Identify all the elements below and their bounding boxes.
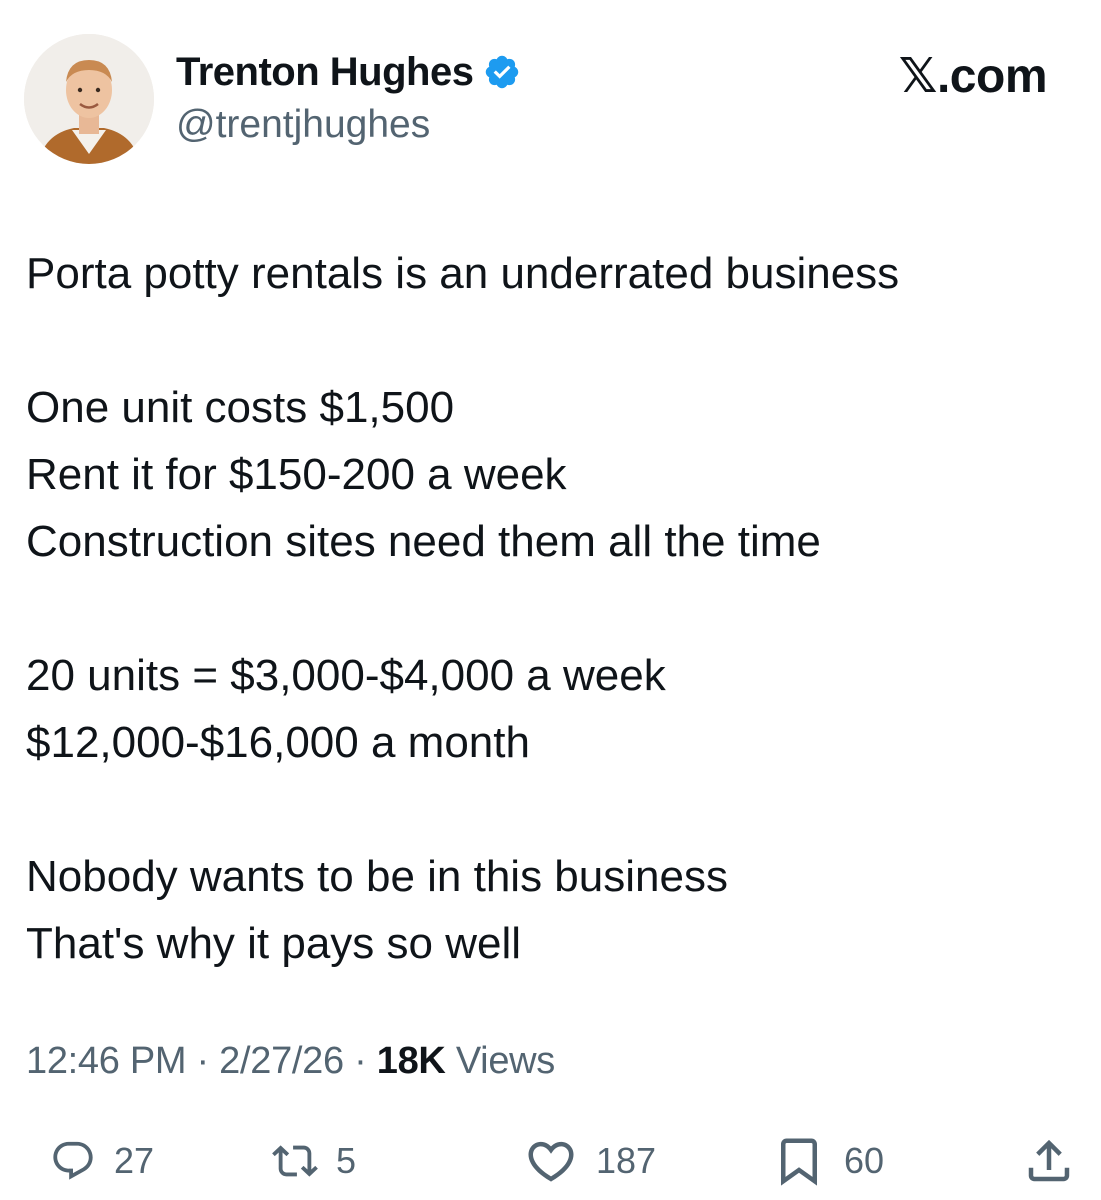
views-count: 18K xyxy=(376,1040,446,1082)
tweet-line: One unit costs $1,500 xyxy=(26,383,455,432)
like-count: 187 xyxy=(596,1140,657,1181)
profile-photo xyxy=(24,34,154,164)
reply-count: 27 xyxy=(114,1140,155,1181)
reply-icon xyxy=(53,1141,93,1180)
tweet-line: Construction sites need them all the tim… xyxy=(26,517,821,566)
repost-icon xyxy=(272,1145,318,1177)
tweet-meta: 12:46 PM · 2/27/26 · 18K Views xyxy=(26,1040,555,1083)
reply-button[interactable]: 27 xyxy=(50,1134,154,1188)
tweet-text: Porta potty rentals is an underrated bus… xyxy=(26,240,1076,977)
tweet-line: Nobody wants to be in this business xyxy=(26,852,728,901)
avatar[interactable] xyxy=(24,34,154,164)
share-icon xyxy=(1028,1139,1070,1182)
tweet-date[interactable]: 2/27/26 xyxy=(219,1040,344,1082)
like-button[interactable]: 187 xyxy=(524,1134,656,1188)
tweet-time[interactable]: 12:46 PM xyxy=(26,1040,187,1082)
heart-icon xyxy=(528,1141,574,1182)
bookmark-button[interactable]: 60 xyxy=(772,1134,884,1188)
repost-button[interactable]: 5 xyxy=(272,1134,356,1188)
tweet-line: Porta potty rentals is an underrated bus… xyxy=(26,249,900,298)
tweet-paragraph: 20 units = $3,000-$4,000 a week $12,000-$… xyxy=(26,642,1076,776)
meta-separator: · xyxy=(354,1040,367,1082)
tweet-paragraph: One unit costs $1,500 Rent it for $150-20… xyxy=(26,374,1076,575)
site-label: 𝕏.com xyxy=(898,50,1048,103)
meta-separator: · xyxy=(196,1040,210,1082)
repost-count: 5 xyxy=(336,1140,357,1181)
bookmark-count: 60 xyxy=(844,1140,885,1181)
tweet-line: 20 units = $3,000-$4,000 a week xyxy=(26,651,666,700)
tweet-line: $12,000-$16,000 a month xyxy=(26,718,530,767)
share-button[interactable] xyxy=(1022,1134,1076,1188)
verified-badge-icon[interactable] xyxy=(483,53,521,91)
tweet-line: That's why it pays so well xyxy=(26,919,522,968)
tweet-line: Rent it for $150-200 a week xyxy=(26,450,567,499)
author-name-row[interactable]: Trenton Hughes xyxy=(176,48,521,96)
tweet-paragraph: Nobody wants to be in this business That'… xyxy=(26,843,1076,977)
bookmark-icon xyxy=(781,1138,817,1186)
author-handle[interactable]: @trentjhughes xyxy=(176,103,430,147)
tweet-paragraph: Porta potty rentals is an underrated bus… xyxy=(26,240,1076,307)
display-name[interactable]: Trenton Hughes xyxy=(176,50,474,95)
views-label: Views xyxy=(455,1040,555,1082)
